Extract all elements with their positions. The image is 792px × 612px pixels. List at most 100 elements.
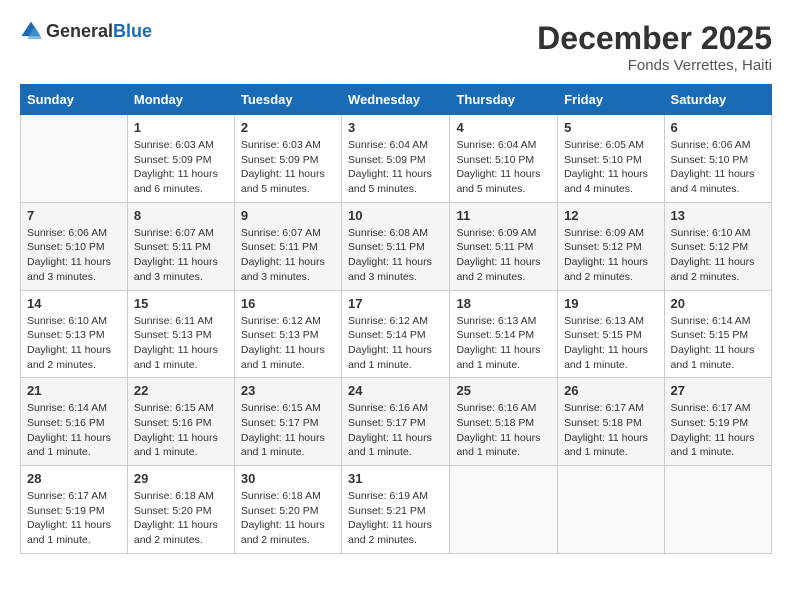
title-section: December 2025 Fonds Verrettes, Haiti (537, 20, 772, 74)
calendar-cell: 21 Sunrise: 6:14 AMSunset: 5:16 PMDayligh… (21, 378, 128, 466)
calendar-cell (21, 115, 128, 203)
day-of-week-header: Wednesday (342, 85, 450, 115)
calendar-cell: 26 Sunrise: 6:17 AMSunset: 5:18 PMDayligh… (558, 378, 664, 466)
day-info: Sunrise: 6:16 AMSunset: 5:18 PMDaylight:… (456, 401, 551, 460)
day-number: 14 (27, 296, 121, 311)
day-number: 23 (241, 383, 335, 398)
day-of-week-header: Friday (558, 85, 664, 115)
calendar-cell: 14 Sunrise: 6:10 AMSunset: 5:13 PMDayligh… (21, 290, 128, 378)
day-info: Sunrise: 6:15 AMSunset: 5:17 PMDaylight:… (241, 401, 335, 460)
day-number: 3 (348, 120, 443, 135)
day-number: 29 (134, 471, 228, 486)
day-of-week-header: Monday (127, 85, 234, 115)
day-info: Sunrise: 6:03 AMSunset: 5:09 PMDaylight:… (241, 138, 335, 197)
day-info: Sunrise: 6:09 AMSunset: 5:11 PMDaylight:… (456, 226, 551, 285)
calendar-week-row: 21 Sunrise: 6:14 AMSunset: 5:16 PMDayligh… (21, 378, 772, 466)
day-of-week-header: Tuesday (234, 85, 341, 115)
day-number: 5 (564, 120, 657, 135)
calendar-cell: 4 Sunrise: 6:04 AMSunset: 5:10 PMDaylight… (450, 115, 558, 203)
calendar-cell: 12Sunrise: 6:09 AMSunset: 5:12 PMDayligh… (558, 202, 664, 290)
day-info: Sunrise: 6:04 AMSunset: 5:09 PMDaylight:… (348, 138, 443, 197)
calendar-cell: 15 Sunrise: 6:11 AMSunset: 5:13 PMDayligh… (127, 290, 234, 378)
calendar-cell: 16 Sunrise: 6:12 AMSunset: 5:13 PMDayligh… (234, 290, 341, 378)
day-of-week-header: Saturday (664, 85, 771, 115)
calendar-week-row: 14 Sunrise: 6:10 AMSunset: 5:13 PMDayligh… (21, 290, 772, 378)
day-info: Sunrise: 6:16 AMSunset: 5:17 PMDaylight:… (348, 401, 443, 460)
calendar-cell: 22Sunrise: 6:15 AMSunset: 5:16 PMDayligh… (127, 378, 234, 466)
day-info: Sunrise: 6:13 AMSunset: 5:15 PMDaylight:… (564, 314, 657, 373)
day-number: 16 (241, 296, 335, 311)
day-number: 25 (456, 383, 551, 398)
day-info: Sunrise: 6:06 AMSunset: 5:10 PMDaylight:… (671, 138, 765, 197)
calendar-cell: 8Sunrise: 6:07 AMSunset: 5:11 PMDaylight… (127, 202, 234, 290)
calendar-cell: 9Sunrise: 6:07 AMSunset: 5:11 PMDaylight… (234, 202, 341, 290)
day-info: Sunrise: 6:12 AMSunset: 5:14 PMDaylight:… (348, 314, 443, 373)
day-info: Sunrise: 6:05 AMSunset: 5:10 PMDaylight:… (564, 138, 657, 197)
day-of-week-header: Thursday (450, 85, 558, 115)
month-title: December 2025 (537, 20, 772, 57)
day-info: Sunrise: 6:17 AMSunset: 5:18 PMDaylight:… (564, 401, 657, 460)
logo: GeneralBlue (20, 20, 152, 42)
day-number: 30 (241, 471, 335, 486)
day-number: 18 (456, 296, 551, 311)
day-number: 26 (564, 383, 657, 398)
day-info: Sunrise: 6:12 AMSunset: 5:13 PMDaylight:… (241, 314, 335, 373)
day-number: 4 (456, 120, 551, 135)
calendar-cell: 2 Sunrise: 6:03 AMSunset: 5:09 PMDaylight… (234, 115, 341, 203)
calendar-cell (664, 466, 771, 554)
day-info: Sunrise: 6:17 AMSunset: 5:19 PMDaylight:… (671, 401, 765, 460)
calendar-table: SundayMondayTuesdayWednesdayThursdayFrid… (20, 84, 772, 554)
day-number: 8 (134, 208, 228, 223)
day-number: 11 (456, 208, 551, 223)
calendar-cell: 11 Sunrise: 6:09 AMSunset: 5:11 PMDayligh… (450, 202, 558, 290)
day-info: Sunrise: 6:18 AMSunset: 5:20 PMDaylight:… (241, 489, 335, 548)
day-info: Sunrise: 6:07 AMSunset: 5:11 PMDaylight:… (241, 226, 335, 285)
day-number: 31 (348, 471, 443, 486)
day-info: Sunrise: 6:10 AMSunset: 5:13 PMDaylight:… (27, 314, 121, 373)
calendar-cell: 19Sunrise: 6:13 AMSunset: 5:15 PMDayligh… (558, 290, 664, 378)
calendar-cell: 27 Sunrise: 6:17 AMSunset: 5:19 PMDayligh… (664, 378, 771, 466)
logo-general: General (46, 21, 113, 41)
day-info: Sunrise: 6:11 AMSunset: 5:13 PMDaylight:… (134, 314, 228, 373)
day-number: 15 (134, 296, 228, 311)
day-number: 27 (671, 383, 765, 398)
calendar-cell: 18 Sunrise: 6:13 AMSunset: 5:14 PMDayligh… (450, 290, 558, 378)
calendar-cell: 24 Sunrise: 6:16 AMSunset: 5:17 PMDayligh… (342, 378, 450, 466)
day-number: 2 (241, 120, 335, 135)
day-info: Sunrise: 6:19 AMSunset: 5:21 PMDaylight:… (348, 489, 443, 548)
logo-text: GeneralBlue (46, 21, 152, 42)
calendar-cell: 28 Sunrise: 6:17 AMSunset: 5:19 PMDayligh… (21, 466, 128, 554)
day-info: Sunrise: 6:04 AMSunset: 5:10 PMDaylight:… (456, 138, 551, 197)
calendar-cell: 25 Sunrise: 6:16 AMSunset: 5:18 PMDayligh… (450, 378, 558, 466)
calendar-cell: 29Sunrise: 6:18 AMSunset: 5:20 PMDayligh… (127, 466, 234, 554)
location: Fonds Verrettes, Haiti (537, 57, 772, 74)
day-info: Sunrise: 6:14 AMSunset: 5:15 PMDaylight:… (671, 314, 765, 373)
calendar-cell (450, 466, 558, 554)
day-number: 17 (348, 296, 443, 311)
calendar-header-row: SundayMondayTuesdayWednesdayThursdayFrid… (21, 85, 772, 115)
day-number: 21 (27, 383, 121, 398)
day-number: 28 (27, 471, 121, 486)
calendar-cell: 13 Sunrise: 6:10 AMSunset: 5:12 PMDayligh… (664, 202, 771, 290)
calendar-cell: 17 Sunrise: 6:12 AMSunset: 5:14 PMDayligh… (342, 290, 450, 378)
calendar-cell: 10Sunrise: 6:08 AMSunset: 5:11 PMDayligh… (342, 202, 450, 290)
day-info: Sunrise: 6:10 AMSunset: 5:12 PMDaylight:… (671, 226, 765, 285)
day-number: 24 (348, 383, 443, 398)
day-info: Sunrise: 6:13 AMSunset: 5:14 PMDaylight:… (456, 314, 551, 373)
day-info: Sunrise: 6:17 AMSunset: 5:19 PMDaylight:… (27, 489, 121, 548)
calendar-cell: 30 Sunrise: 6:18 AMSunset: 5:20 PMDayligh… (234, 466, 341, 554)
day-number: 1 (134, 120, 228, 135)
logo-icon (20, 20, 42, 42)
day-number: 13 (671, 208, 765, 223)
day-info: Sunrise: 6:03 AMSunset: 5:09 PMDaylight:… (134, 138, 228, 197)
calendar-cell: 3 Sunrise: 6:04 AMSunset: 5:09 PMDaylight… (342, 115, 450, 203)
day-number: 7 (27, 208, 121, 223)
day-number: 10 (348, 208, 443, 223)
day-number: 6 (671, 120, 765, 135)
day-info: Sunrise: 6:14 AMSunset: 5:16 PMDaylight:… (27, 401, 121, 460)
page-header: GeneralBlue December 2025 Fonds Verrette… (20, 20, 772, 74)
calendar-week-row: 1 Sunrise: 6:03 AMSunset: 5:09 PMDaylight… (21, 115, 772, 203)
calendar-week-row: 7Sunrise: 6:06 AMSunset: 5:10 PMDaylight… (21, 202, 772, 290)
calendar-cell: 1 Sunrise: 6:03 AMSunset: 5:09 PMDaylight… (127, 115, 234, 203)
day-info: Sunrise: 6:09 AMSunset: 5:12 PMDaylight:… (564, 226, 657, 285)
